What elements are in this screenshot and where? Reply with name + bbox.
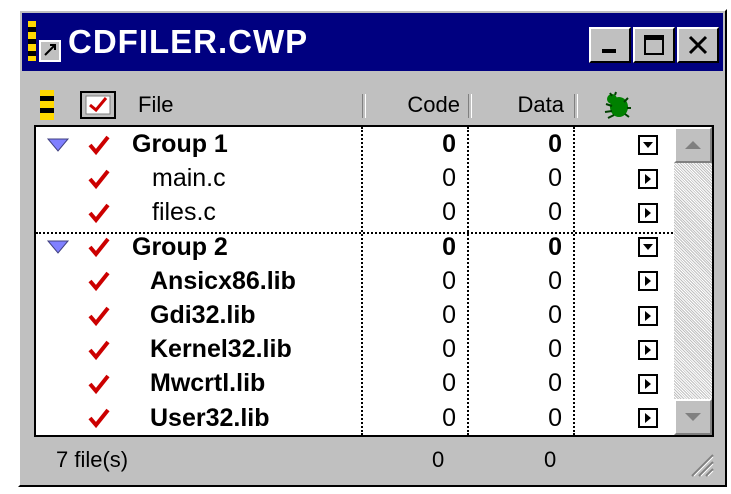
group-row[interactable]: Group 2 0 0	[36, 230, 672, 265]
file-menu-button[interactable]	[638, 298, 658, 333]
up-arrow-icon	[685, 141, 701, 149]
data-size: 0	[548, 369, 562, 398]
project-icon	[22, 13, 66, 71]
bug-icon[interactable]	[602, 86, 632, 124]
file-menu-button[interactable]	[638, 195, 658, 230]
code-size: 0	[442, 198, 456, 227]
file-name: Mwcrtl.lib	[150, 369, 266, 398]
data-size: 0	[548, 301, 562, 329]
column-divider[interactable]	[574, 94, 578, 118]
dirty-indicator-icon	[40, 86, 54, 124]
file-name: Gdi32.lib	[150, 301, 256, 329]
file-name: Group 2	[132, 232, 228, 261]
file-row[interactable]: User32.lib 0 0	[36, 401, 672, 435]
code-size: 0	[442, 403, 456, 432]
column-data[interactable]: Data	[474, 86, 564, 124]
resize-grip-icon[interactable]	[686, 449, 714, 477]
scroll-up-button[interactable]	[674, 127, 712, 163]
window-title: CDFILER.CWP	[68, 23, 309, 60]
file-row[interactable]: files.c 0 0	[36, 195, 672, 230]
file-count: 7 file(s)	[56, 447, 129, 472]
file-row[interactable]: Kernel32.lib 0 0	[36, 332, 672, 367]
data-size: 0	[548, 232, 562, 261]
minimize-icon	[602, 49, 616, 53]
file-row[interactable]: main.c 0 0	[36, 161, 672, 196]
data-size: 0	[548, 164, 562, 193]
file-row[interactable]: Gdi32.lib 0 0	[36, 298, 672, 333]
status-bar: 7 file(s) 0 0	[34, 439, 714, 477]
checkmark-icon[interactable]	[88, 298, 110, 333]
file-name: Ansicx86.lib	[150, 266, 296, 295]
group-menu-button[interactable]	[638, 230, 658, 265]
checkmark-icon[interactable]	[88, 332, 110, 367]
checkmark-icon[interactable]	[88, 230, 110, 265]
column-divider[interactable]	[362, 94, 366, 118]
code-size: 0	[442, 164, 456, 193]
code-size: 0	[442, 130, 456, 158]
data-size: 0	[548, 335, 562, 364]
minimize-button[interactable]	[589, 27, 631, 63]
file-name: Kernel32.lib	[150, 335, 292, 364]
data-size: 0	[548, 130, 562, 158]
column-divider[interactable]	[468, 94, 472, 118]
expand-triangle-icon[interactable]	[46, 127, 70, 162]
file-name: files.c	[152, 198, 216, 227]
file-row[interactable]: Mwcrtl.lib 0 0	[36, 366, 672, 401]
column-header: File Code Data	[34, 86, 714, 124]
file-menu-button[interactable]	[638, 332, 658, 367]
down-arrow-icon	[685, 413, 701, 421]
file-menu-button[interactable]	[638, 366, 658, 401]
file-row[interactable]: Ansicx86.lib 0 0	[36, 264, 672, 299]
code-size: 0	[442, 266, 456, 295]
title-bar[interactable]: CDFILER.CWP	[22, 13, 723, 71]
column-code[interactable]: Code	[368, 86, 460, 124]
checkmark-icon[interactable]	[88, 366, 110, 401]
scroll-down-button[interactable]	[674, 399, 712, 435]
file-list[interactable]: Group 1 0 0 main.c 0 0 files.c 0 0 Group 2 0 0 Ansic…	[34, 125, 714, 437]
close-icon	[688, 35, 708, 55]
code-size: 0	[442, 301, 456, 329]
data-size: 0	[548, 266, 562, 295]
close-button[interactable]	[677, 27, 719, 63]
code-size: 0	[442, 232, 456, 261]
file-name: Group 1	[132, 130, 228, 158]
maximize-icon	[644, 35, 664, 55]
checkmark-icon[interactable]	[88, 127, 110, 162]
vertical-scrollbar[interactable]	[674, 127, 712, 435]
data-size: 0	[548, 198, 562, 227]
file-menu-button[interactable]	[638, 161, 658, 196]
checkmark-icon[interactable]	[88, 161, 110, 196]
checkmark-icon[interactable]	[88, 401, 110, 435]
code-total: 0	[432, 447, 445, 472]
project-window: CDFILER.CWP File Code Data Group 1 0 0 m…	[18, 9, 727, 487]
checkmark-icon[interactable]	[88, 264, 110, 299]
check-all-button[interactable]	[80, 86, 120, 124]
file-name: main.c	[152, 164, 226, 193]
group-menu-button[interactable]	[638, 127, 658, 162]
file-menu-button[interactable]	[638, 401, 658, 435]
data-size: 0	[548, 403, 562, 432]
code-size: 0	[442, 369, 456, 398]
data-total: 0	[544, 447, 557, 472]
group-row[interactable]: Group 1 0 0	[36, 127, 672, 162]
code-size: 0	[442, 335, 456, 364]
file-name: User32.lib	[150, 403, 270, 432]
column-file[interactable]: File	[138, 86, 173, 124]
checkmark-icon[interactable]	[88, 195, 110, 230]
maximize-button[interactable]	[633, 27, 675, 63]
file-menu-button[interactable]	[638, 264, 658, 299]
expand-triangle-icon[interactable]	[46, 230, 70, 265]
